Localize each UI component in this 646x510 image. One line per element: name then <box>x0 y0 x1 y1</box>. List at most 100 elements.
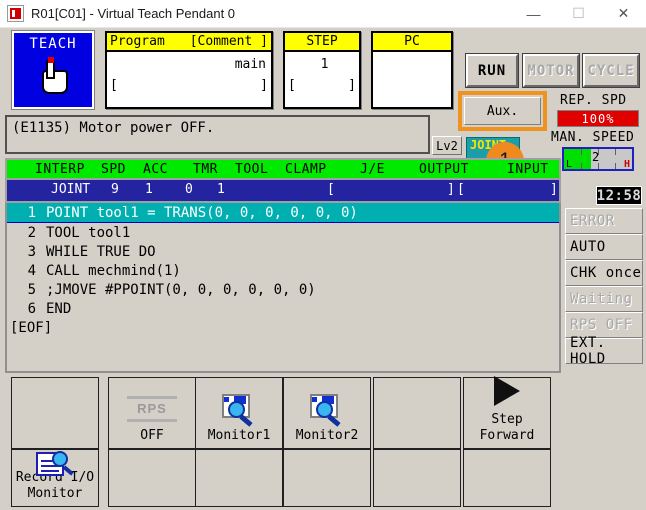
man-speed-low-mark: L <box>566 159 573 170</box>
fn-button-rps-off[interactable]: RPS OFF <box>108 377 196 449</box>
virtual-teach-pendant-window: R01[C01] - Virtual Teach Pendant 0 — ☐ ✕… <box>0 0 646 510</box>
row-input-open: [ <box>457 182 465 197</box>
column-header-tool: TOOL <box>235 161 269 177</box>
rps-icon-label: RPS <box>137 401 167 416</box>
fn-button-record-io-line2: Monitor <box>27 486 83 501</box>
aux-button-bevel <box>464 97 541 125</box>
eof-label: [EOF] <box>10 319 53 336</box>
fn-button-monitor2-label: Monitor2 <box>295 428 359 443</box>
comment-header-label: [Comment ] <box>189 34 268 49</box>
step-bracket-right: ] <box>348 77 356 93</box>
cycle-status-button[interactable]: CYCLE <box>583 54 639 87</box>
fn-button-bot-2[interactable] <box>108 449 196 507</box>
program-attribute-row[interactable]: JOINT 9 1 0 1 [ ] [ ] <box>5 180 561 203</box>
row-input-close: ] <box>550 182 558 197</box>
step-panel[interactable]: STEP 1 [ ] <box>283 31 361 109</box>
step-panel-header: STEP <box>285 33 359 52</box>
pc-panel[interactable]: PC <box>371 31 453 109</box>
code-line[interactable]: 3 WHILE TRUE DO <box>7 242 559 261</box>
status-auto[interactable]: AUTO <box>565 234 643 260</box>
row-value-acc: 1 <box>145 182 153 197</box>
app-icon <box>7 5 24 22</box>
code-eof-marker: [EOF] <box>7 318 559 337</box>
aux-button[interactable]: Aux. <box>458 91 547 131</box>
step-header-label: STEP <box>306 34 338 49</box>
program-bracket-right: ] <box>260 77 268 93</box>
column-header-je: J/E <box>360 161 385 177</box>
code-line[interactable]: 5 ;JMOVE #PPOINT(0, 0, 0, 0, 0, 0) <box>7 280 559 299</box>
record-io-icon <box>36 450 74 476</box>
man-speed-gauge[interactable]: 2 L H <box>562 147 634 171</box>
rps-icon: RPS <box>123 392 181 426</box>
monitor-icon <box>308 394 346 427</box>
code-line-text: WHILE TRUE DO <box>46 243 156 260</box>
title-bar: R01[C01] - Virtual Teach Pendant 0 — ☐ ✕ <box>0 0 646 28</box>
fn-button-top-5[interactable] <box>373 377 461 449</box>
column-header-acc: ACC <box>143 161 168 177</box>
code-line-number: 3 <box>27 243 36 260</box>
function-button-grid: RPS OFF Monitor1 Monitor2 Step Forward R… <box>5 376 641 507</box>
teach-mode-button[interactable]: TEACH <box>12 31 94 109</box>
fn-button-bot-6[interactable] <box>463 449 551 507</box>
run-status-button[interactable]: RUN <box>466 54 518 87</box>
minimize-button[interactable]: — <box>511 0 556 27</box>
status-ext-hold[interactable]: EXT. HOLD <box>565 335 643 367</box>
code-line-text: TOOL tool1 <box>46 224 131 241</box>
close-button[interactable]: ✕ <box>601 0 646 27</box>
row-output-open: [ <box>327 182 335 197</box>
fn-button-top-1[interactable] <box>11 377 99 449</box>
code-line[interactable]: 1 POINT tool1 = TRANS(0, 0, 0, 0, 0, 0) <box>7 203 559 223</box>
top-panel-row: TEACH Program [Comment ] main [ ] STEP 1… <box>0 28 646 171</box>
code-line-number: 6 <box>27 300 36 317</box>
code-line[interactable]: 2 TOOL tool1 <box>7 223 559 242</box>
message-text: (E1135) Motor power OFF. <box>12 120 215 136</box>
row-output-close: ] <box>447 182 455 197</box>
row-value-interp: JOINT <box>51 182 91 197</box>
program-header-label: Program <box>110 34 165 49</box>
window-controls: — ☐ ✕ <box>511 0 646 27</box>
fn-button-monitor1[interactable]: Monitor1 <box>195 377 283 449</box>
code-line[interactable]: 4 CALL mechmind(1) <box>7 261 559 280</box>
step-comment-field: [ ] <box>285 76 359 94</box>
rep-spd-value: 100% <box>557 110 639 127</box>
maximize-button[interactable]: ☐ <box>556 0 601 27</box>
fn-button-rps-label: OFF <box>140 428 164 443</box>
status-chk-once[interactable]: CHK once <box>565 260 643 286</box>
fn-button-bot-4[interactable] <box>283 449 371 507</box>
pc-value <box>373 52 451 76</box>
play-icon <box>494 376 520 406</box>
pendant-body: TEACH Program [Comment ] main [ ] STEP 1… <box>0 28 646 510</box>
code-line-text: END <box>46 300 72 317</box>
pc-header-label: PC <box>404 34 420 49</box>
program-panel[interactable]: Program [Comment ] main [ ] <box>105 31 273 109</box>
program-name-value: main <box>234 56 266 72</box>
column-header-interp: INTERP <box>35 161 85 177</box>
pc-panel-header: PC <box>373 33 451 52</box>
fn-button-monitor2[interactable]: Monitor2 <box>283 377 371 449</box>
pc-comment-field <box>373 76 451 94</box>
message-bar: (E1135) Motor power OFF. <box>5 115 430 154</box>
row-value-tmr: 0 <box>185 182 193 197</box>
fn-button-record-io-monitor[interactable]: Record I/O Monitor <box>11 449 99 507</box>
code-line-number: 2 <box>27 224 36 241</box>
status-waiting[interactable]: Waiting <box>565 286 643 312</box>
step-bracket-left: [ <box>288 77 296 93</box>
fn-button-step-forward-line2: Forward <box>479 428 535 443</box>
program-panel-header: Program [Comment ] <box>107 33 271 52</box>
fn-button-bot-3[interactable] <box>195 449 283 507</box>
column-header-output: OUTPUT <box>419 161 469 177</box>
status-error[interactable]: ERROR <box>565 208 643 234</box>
fn-button-step-forward[interactable]: Step Forward <box>463 376 551 449</box>
row-value-tool: 1 <box>217 182 225 197</box>
message-level-badge[interactable]: Lv2 <box>432 136 462 155</box>
code-line[interactable]: 6 END <box>7 299 559 318</box>
program-code-area[interactable]: 1 POINT tool1 = TRANS(0, 0, 0, 0, 0, 0) … <box>5 203 561 373</box>
column-header-tmr: TMR <box>193 161 218 177</box>
fn-button-bot-5[interactable] <box>373 449 461 507</box>
motor-status-button[interactable]: MOTOR <box>523 54 579 87</box>
program-comment-field: [ ] <box>107 76 271 94</box>
program-bracket-left: [ <box>110 77 118 93</box>
row-value-spd: 9 <box>111 182 119 197</box>
monitor-icon <box>220 394 258 427</box>
column-header-clamp: CLAMP <box>285 161 327 177</box>
